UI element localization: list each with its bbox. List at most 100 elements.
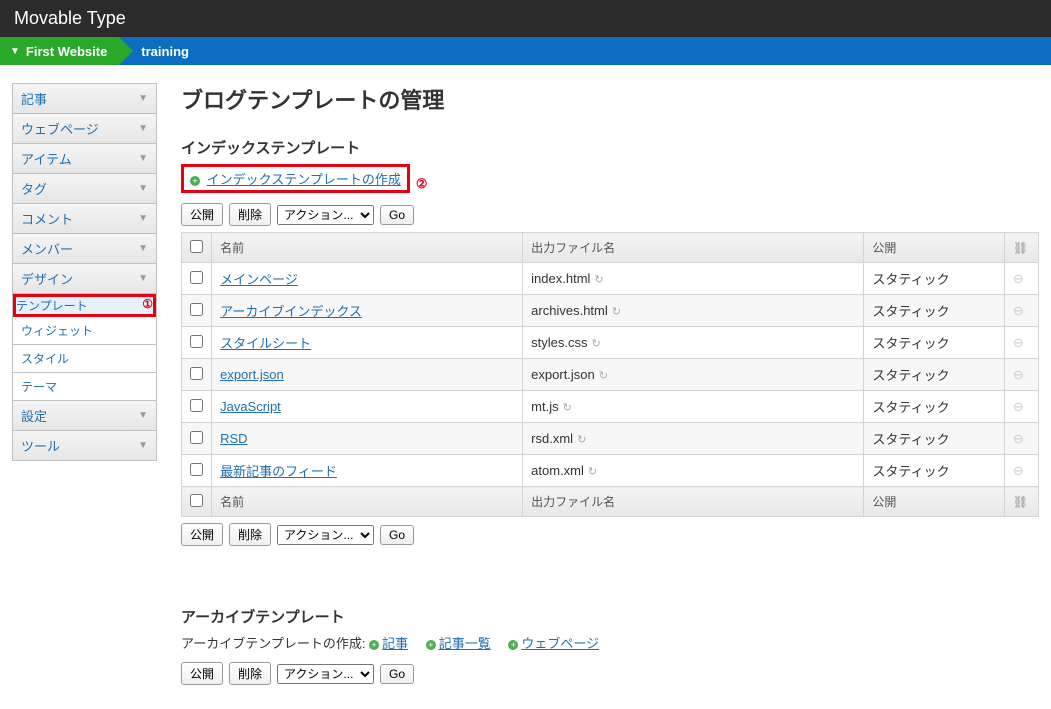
sidebar-section[interactable]: ウェブページ▼ [13,114,156,144]
publish-type: スタティック [864,295,1004,327]
row-checkbox[interactable] [190,367,203,380]
go-button[interactable]: Go [380,205,414,225]
publish-type: スタティック [864,391,1004,423]
footer-link-icon: ⛓ [1004,487,1038,517]
minus-icon[interactable]: ⊖ [1013,271,1024,286]
chevron-down-icon: ▼ [138,410,148,421]
sidebar-section[interactable]: タグ ▼ [13,174,156,204]
action-select-archive[interactable]: アクション... [277,664,374,684]
sidebar-section[interactable]: メンバー▼ [13,234,156,264]
output-filename: archives.html [531,303,608,318]
header-file[interactable]: 出力ファイル名 [523,233,864,263]
footer-publish[interactable]: 公開 [864,487,1004,517]
publish-type: スタティック [864,263,1004,295]
row-checkbox[interactable] [190,271,203,284]
row-checkbox[interactable] [190,335,203,348]
template-name-link[interactable]: メインページ [220,272,298,287]
minus-icon[interactable]: ⊖ [1013,335,1024,350]
row-checkbox[interactable] [190,431,203,444]
publish-button[interactable]: 公開 [181,203,223,226]
output-filename: rsd.xml [531,431,573,446]
sidebar-subitem[interactable]: テーマ [13,373,156,401]
table-row: JavaScriptmt.js↻スタティック⊖ [182,391,1039,423]
go-button-archive[interactable]: Go [380,664,414,684]
table-row: 最新記事のフィード atom.xml ↻ スタティック ⊖ [182,455,1039,487]
refresh-icon[interactable]: ↻ [577,434,586,446]
breadcrumb-website[interactable]: First Website [0,37,119,65]
chain-icon: ⛓ [1013,241,1028,255]
sidebar-section-label: 設定 [21,406,47,425]
publish-type: スタティック [864,455,1004,487]
plus-icon: + [508,640,518,650]
archive-create-link[interactable]: 記事 [382,636,408,651]
header-checkbox-cell [182,233,212,263]
sidebar-subitem[interactable]: テンプレート① [13,294,156,317]
publish-button-archive[interactable]: 公開 [181,662,223,685]
publish-type: スタティック [864,423,1004,455]
publish-button-bottom[interactable]: 公開 [181,523,223,546]
minus-icon[interactable]: ⊖ [1013,463,1024,478]
template-name-link[interactable]: 最新記事のフィード [220,464,337,479]
sidebar-section[interactable]: 記事▼ [13,84,156,114]
row-checkbox[interactable] [190,399,203,412]
header-name[interactable]: 名前 [212,233,523,263]
sidebar-section-label: タグ [21,179,47,198]
create-index-template-link[interactable]: インデックステンプレートの作成 [207,172,401,187]
chevron-down-icon: ▼ [138,183,148,194]
archive-create-link[interactable]: ウェブページ [521,636,599,651]
footer-name[interactable]: 名前 [212,487,523,517]
plus-icon: + [426,640,436,650]
sidebar-subitem[interactable]: ウィジェット [13,317,156,345]
minus-icon[interactable]: ⊖ [1013,399,1024,414]
footer-file[interactable]: 出力ファイル名 [523,487,864,517]
refresh-icon[interactable]: ↻ [563,402,572,414]
table-row: RSD rsd.xml ↻ スタティック ⊖ [182,423,1039,455]
template-name-link[interactable]: アーカイブインデックス [220,304,362,319]
refresh-icon[interactable]: ↻ [612,306,621,318]
sidebar-section[interactable]: コメント▼ [13,204,156,234]
delete-button-bottom[interactable]: 削除 [229,523,271,546]
chevron-down-icon: ▼ [138,93,148,104]
template-name-link[interactable]: export.json [220,367,284,382]
sidebar-section[interactable]: 設定 ▼ [13,401,156,431]
chevron-down-icon: ▼ [138,440,148,451]
sidebar-subitem[interactable]: スタイル [13,345,156,373]
header-publish[interactable]: 公開 [864,233,1004,263]
page-title: ブログテンプレートの管理 [181,83,1039,115]
minus-icon[interactable]: ⊖ [1013,367,1024,382]
action-select-bottom[interactable]: アクション... [277,525,374,545]
sidebar-section[interactable]: ツール ▼ [13,431,156,461]
row-checkbox[interactable] [190,303,203,316]
minus-icon[interactable]: ⊖ [1013,431,1024,446]
minus-icon[interactable]: ⊖ [1013,303,1024,318]
sidebar-section-label: アイテム [21,149,72,168]
breadcrumb-bar: First Website training [0,37,1051,65]
template-name-link[interactable]: スタイルシート [220,336,311,351]
output-filename: atom.xml [531,463,584,478]
table-row: export.jsonexport.json↻スタティック⊖ [182,359,1039,391]
row-checkbox[interactable] [190,463,203,476]
refresh-icon[interactable]: ↻ [588,466,597,478]
sidebar-section-label: ツール [21,436,60,455]
select-all-footer-checkbox[interactable] [190,494,203,507]
delete-button-archive[interactable]: 削除 [229,662,271,685]
sidebar-section[interactable]: アイテム▼ [13,144,156,174]
refresh-icon[interactable]: ↻ [594,274,603,286]
publish-type: スタティック [864,327,1004,359]
publish-type: スタティック [864,359,1004,391]
delete-button[interactable]: 削除 [229,203,271,226]
refresh-icon[interactable]: ↻ [599,370,608,382]
select-all-checkbox[interactable] [190,240,203,253]
template-name-link[interactable]: JavaScript [220,399,281,414]
app-name: Movable Type [14,8,126,28]
template-name-link[interactable]: RSD [220,431,247,446]
action-select[interactable]: アクション... [277,205,374,225]
sidebar-section[interactable]: デザイン▼ [13,264,156,294]
table-row: メインページindex.html↻スタティック⊖ [182,263,1039,295]
refresh-icon[interactable]: ↻ [592,338,601,350]
index-templates-heading: インデックステンプレート [181,137,1039,158]
sidebar: 記事▼ウェブページ▼アイテム▼タグ▼コメント▼メンバー▼デザイン▼テンプレート①… [12,83,157,691]
sidebar-section-label: デザイン [21,269,73,288]
go-button-bottom[interactable]: Go [380,525,414,545]
archive-create-link[interactable]: 記事一覧 [439,636,491,651]
